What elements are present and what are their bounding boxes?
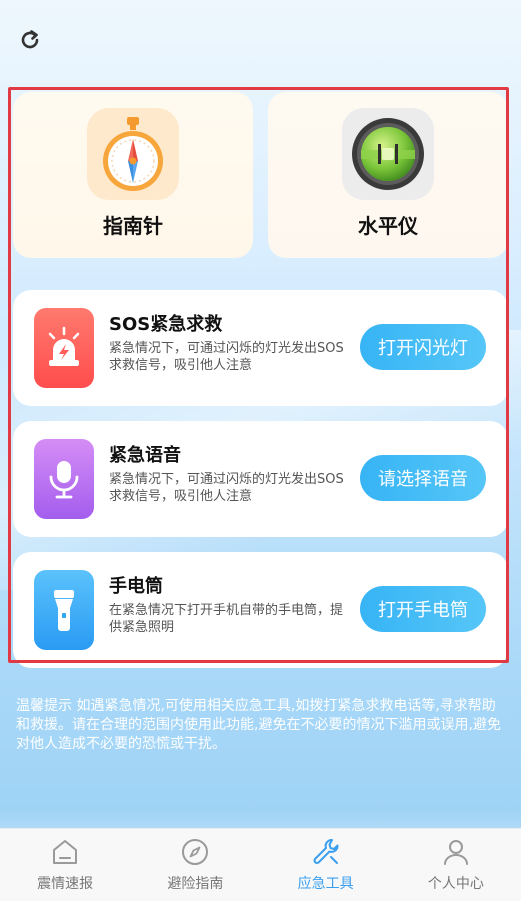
compass-card[interactable]: 指南针 bbox=[13, 92, 253, 258]
level-card[interactable]: 水平仪 bbox=[268, 92, 508, 258]
tab-label: 避险指南 bbox=[167, 876, 224, 892]
wrench-icon bbox=[313, 839, 339, 864]
alarm-light-icon bbox=[48, 326, 80, 366]
flashlight-title: 手电筒 bbox=[109, 576, 163, 597]
voice-title: 紧急语音 bbox=[109, 445, 181, 466]
tab-earthquake-report[interactable]: 震情速报 bbox=[0, 829, 130, 901]
level-icon-box bbox=[342, 108, 434, 200]
voice-icon-box bbox=[34, 439, 94, 519]
compass-label: 指南针 bbox=[103, 214, 163, 238]
flashlight-icon-box bbox=[34, 570, 94, 650]
flashlight-card: 手电筒 在紧急情况下打开手机自带的手电筒，提供紧急照明 打开手电筒 bbox=[13, 552, 508, 668]
flashlight-desc: 在紧急情况下打开手机自带的手电筒，提供紧急照明 bbox=[109, 603, 344, 635]
level-icon bbox=[352, 118, 424, 190]
compass-icon-box bbox=[87, 108, 179, 200]
compass-outline-icon bbox=[182, 839, 209, 865]
tab-emergency-tools[interactable]: 应急工具 bbox=[261, 829, 391, 901]
tab-label: 应急工具 bbox=[297, 876, 354, 892]
select-voice-button[interactable]: 请选择语音 bbox=[360, 455, 486, 501]
voice-card: 紧急语音 紧急情况下，可通过闪烁的灯光发出SOS求救信号，吸引他人注意 请选择语… bbox=[13, 421, 508, 537]
sos-title: SOS紧急求救 bbox=[109, 314, 223, 335]
sos-card: SOS紧急求救 紧急情况下，可通过闪烁的灯光发出SOS求救信号，吸引他人注意 打… bbox=[13, 290, 508, 406]
person-icon bbox=[443, 840, 468, 865]
compass-icon bbox=[103, 117, 163, 191]
tab-personal-center[interactable]: 个人中心 bbox=[391, 829, 521, 901]
open-flashlight-sos-button[interactable]: 打开闪光灯 bbox=[360, 324, 486, 370]
tab-hazard-guide[interactable]: 避险指南 bbox=[130, 829, 260, 901]
house-icon bbox=[53, 840, 78, 864]
bottom-tab-bar: 震情速报 避险指南 应急工具 个人中心 bbox=[0, 828, 521, 901]
open-flashlight-button[interactable]: 打开手电筒 bbox=[360, 586, 486, 632]
sos-desc: 紧急情况下，可通过闪烁的灯光发出SOS求救信号，吸引他人注意 bbox=[109, 341, 344, 373]
refresh-button[interactable] bbox=[18, 28, 42, 52]
flashlight-icon bbox=[54, 590, 74, 631]
tab-label: 个人中心 bbox=[427, 876, 484, 892]
warm-tip: 温馨提示 如遇紧急情况,可使用相关应急工具,如拨打紧急求救电话等,寻求帮助和救援… bbox=[16, 698, 501, 752]
sos-icon-box bbox=[34, 308, 94, 388]
microphone-icon bbox=[49, 461, 79, 499]
voice-desc: 紧急情况下，可通过闪烁的灯光发出SOS求救信号，吸引他人注意 bbox=[109, 472, 344, 504]
tab-label: 震情速报 bbox=[37, 876, 94, 892]
refresh-icon bbox=[21, 30, 39, 49]
level-label: 水平仪 bbox=[358, 214, 418, 238]
